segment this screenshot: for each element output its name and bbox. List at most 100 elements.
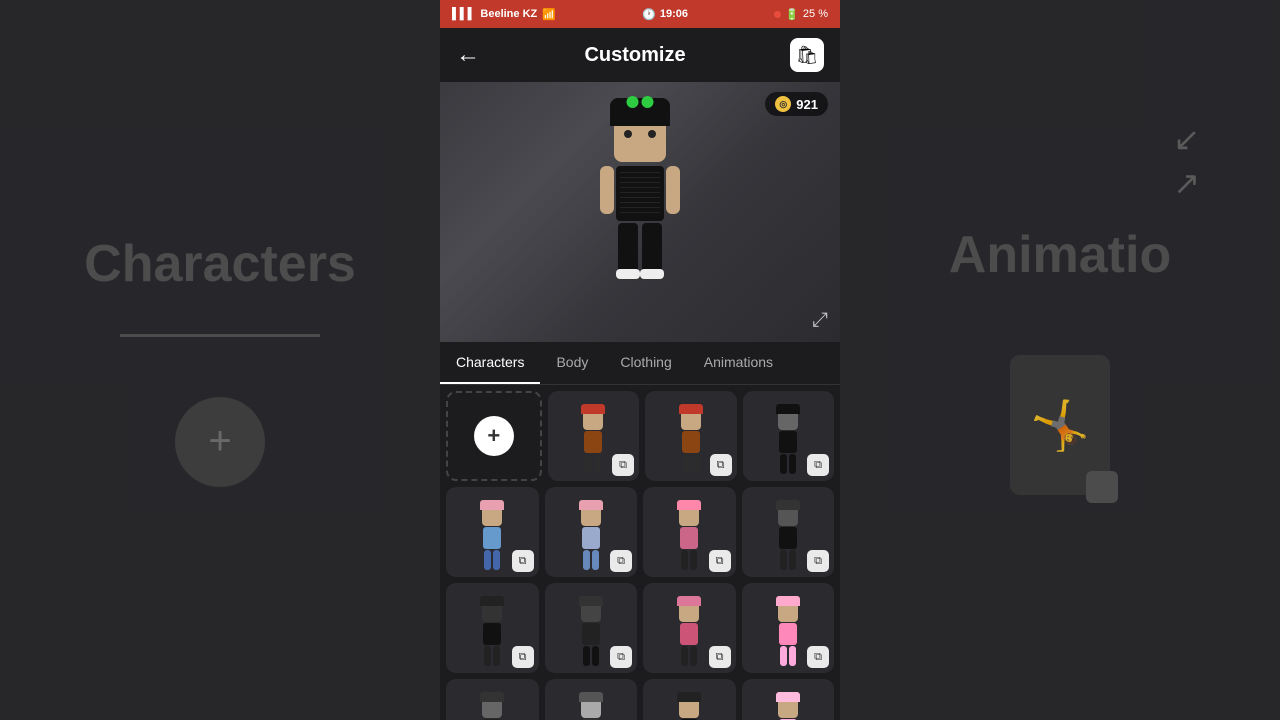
mini-char-2 <box>669 404 713 474</box>
character-preview: ◎ 921 <box>440 82 840 342</box>
character-cell-15[interactable]: ⧉ <box>742 679 835 720</box>
character-cell-4[interactable]: ⧉ <box>446 487 539 577</box>
tab-body[interactable]: Body <box>540 342 604 384</box>
mini-body <box>680 527 698 549</box>
mini-legs <box>780 550 796 570</box>
bg-right-panel: Animatio ↙ ↗ 🤸 <box>840 0 1280 720</box>
mini-hat <box>677 596 701 606</box>
char-eye-left <box>624 130 632 138</box>
copy-badge[interactable]: ⧉ <box>709 646 731 668</box>
character-cell-12[interactable]: ⧉ <box>446 679 539 720</box>
char-head <box>614 112 666 162</box>
copy-badge[interactable]: ⧉ <box>612 454 634 476</box>
mini-body <box>582 623 600 645</box>
mini-hat <box>679 404 703 414</box>
coin-badge: ◎ 921 <box>765 92 828 116</box>
character-cell-6[interactable]: ⧉ <box>643 487 736 577</box>
character-cell-13[interactable]: ⧉ <box>545 679 638 720</box>
mini-char-5 <box>569 500 613 570</box>
copy-badge[interactable]: ⧉ <box>807 550 829 572</box>
grid-row-4: ⧉ ⧉ <box>446 679 834 720</box>
time-display: 19:06 <box>660 8 688 20</box>
bag-button[interactable]: 🛍 <box>790 38 824 72</box>
copy-badge[interactable]: ⧉ <box>512 646 534 668</box>
status-center: 🕐 19:06 <box>642 8 688 21</box>
mini-char-9 <box>569 596 613 666</box>
collapse-icon: ↙ <box>1173 120 1200 158</box>
mini-body <box>582 527 600 549</box>
mini-legs <box>681 550 697 570</box>
page-title: Customize <box>584 44 685 67</box>
clock-icon: 🕐 <box>642 8 656 21</box>
mini-char-4 <box>470 500 514 570</box>
character-cell-3[interactable]: ⧉ <box>743 391 835 481</box>
mini-body <box>779 527 797 549</box>
mini-body <box>779 431 797 453</box>
char-shoe-left <box>616 269 640 279</box>
mini-char-1 <box>571 404 615 474</box>
status-bar: ▌▌▌ Beeline KZ 📶 🕐 19:06 🔋 25 % <box>440 0 840 28</box>
mini-legs <box>681 646 697 666</box>
bg-left-plus-icon: + <box>175 397 265 487</box>
char-shoe-right <box>640 269 664 279</box>
character-cell-10[interactable]: ⧉ <box>643 583 736 673</box>
tab-animations[interactable]: Animations <box>688 342 789 384</box>
mini-hat <box>677 692 701 702</box>
tabs-container: Characters Body Clothing Animations <box>440 342 840 385</box>
mini-hat <box>579 692 603 702</box>
coin-icon: ◎ <box>775 96 791 112</box>
mini-body <box>680 623 698 645</box>
character-cell-7[interactable]: ⧉ <box>742 487 835 577</box>
back-button[interactable]: ← <box>456 41 480 69</box>
character-cell-9[interactable]: ⧉ <box>545 583 638 673</box>
character-cell-8[interactable]: ⧉ <box>446 583 539 673</box>
copy-badge[interactable]: ⧉ <box>709 550 731 572</box>
mini-char-14 <box>667 692 711 720</box>
mini-char-11 <box>766 596 810 666</box>
expand-icon: ↗ <box>1173 164 1200 202</box>
battery-icon: 🔋 <box>785 8 799 21</box>
mini-legs <box>585 454 601 474</box>
battery-percent: 25 % <box>803 8 828 20</box>
mini-body <box>483 623 501 645</box>
mini-body <box>779 623 797 645</box>
character-cell-14[interactable]: ⧉ <box>643 679 736 720</box>
bg-left-panel: Characters + <box>0 0 440 720</box>
mini-char-12 <box>470 692 514 720</box>
char-eye-right <box>648 130 656 138</box>
character-cell-1[interactable]: ⧉ <box>548 391 640 481</box>
mini-legs <box>780 646 796 666</box>
tabs-row: Characters Body Clothing Animations <box>440 342 840 384</box>
tab-clothing[interactable]: Clothing <box>604 342 687 384</box>
expand-toggle[interactable]: ⤢ <box>812 309 828 332</box>
mini-body <box>682 431 700 453</box>
mini-char-7 <box>766 500 810 570</box>
coin-amount: 921 <box>796 97 818 112</box>
mini-hat <box>776 692 800 702</box>
add-character-cell[interactable]: + <box>446 391 542 481</box>
character-cell-2[interactable]: ⧉ <box>645 391 737 481</box>
mini-char-10 <box>667 596 711 666</box>
character-figure <box>590 112 690 312</box>
copy-badge[interactable]: ⧉ <box>807 454 829 476</box>
copy-badge[interactable]: ⧉ <box>610 646 632 668</box>
copy-badge[interactable]: ⧉ <box>807 646 829 668</box>
app-header: ← Customize 🛍 <box>440 28 840 82</box>
bg-right-text: Animatio <box>949 225 1171 285</box>
mini-body <box>483 527 501 549</box>
copy-badge[interactable]: ⧉ <box>710 454 732 476</box>
mini-body <box>584 431 602 453</box>
mini-legs <box>484 646 500 666</box>
mini-hat <box>579 596 603 606</box>
mini-legs <box>780 454 796 474</box>
char-body <box>616 166 664 221</box>
copy-badge[interactable]: ⧉ <box>610 550 632 572</box>
battery-indicator <box>774 11 781 18</box>
mini-legs <box>484 550 500 570</box>
bg-right-copy-badge <box>1086 471 1118 503</box>
copy-badge[interactable]: ⧉ <box>512 550 534 572</box>
character-cell-5[interactable]: ⧉ <box>545 487 638 577</box>
mini-hat <box>776 596 800 606</box>
tab-characters[interactable]: Characters <box>440 342 540 384</box>
character-cell-11[interactable]: ⧉ <box>742 583 835 673</box>
